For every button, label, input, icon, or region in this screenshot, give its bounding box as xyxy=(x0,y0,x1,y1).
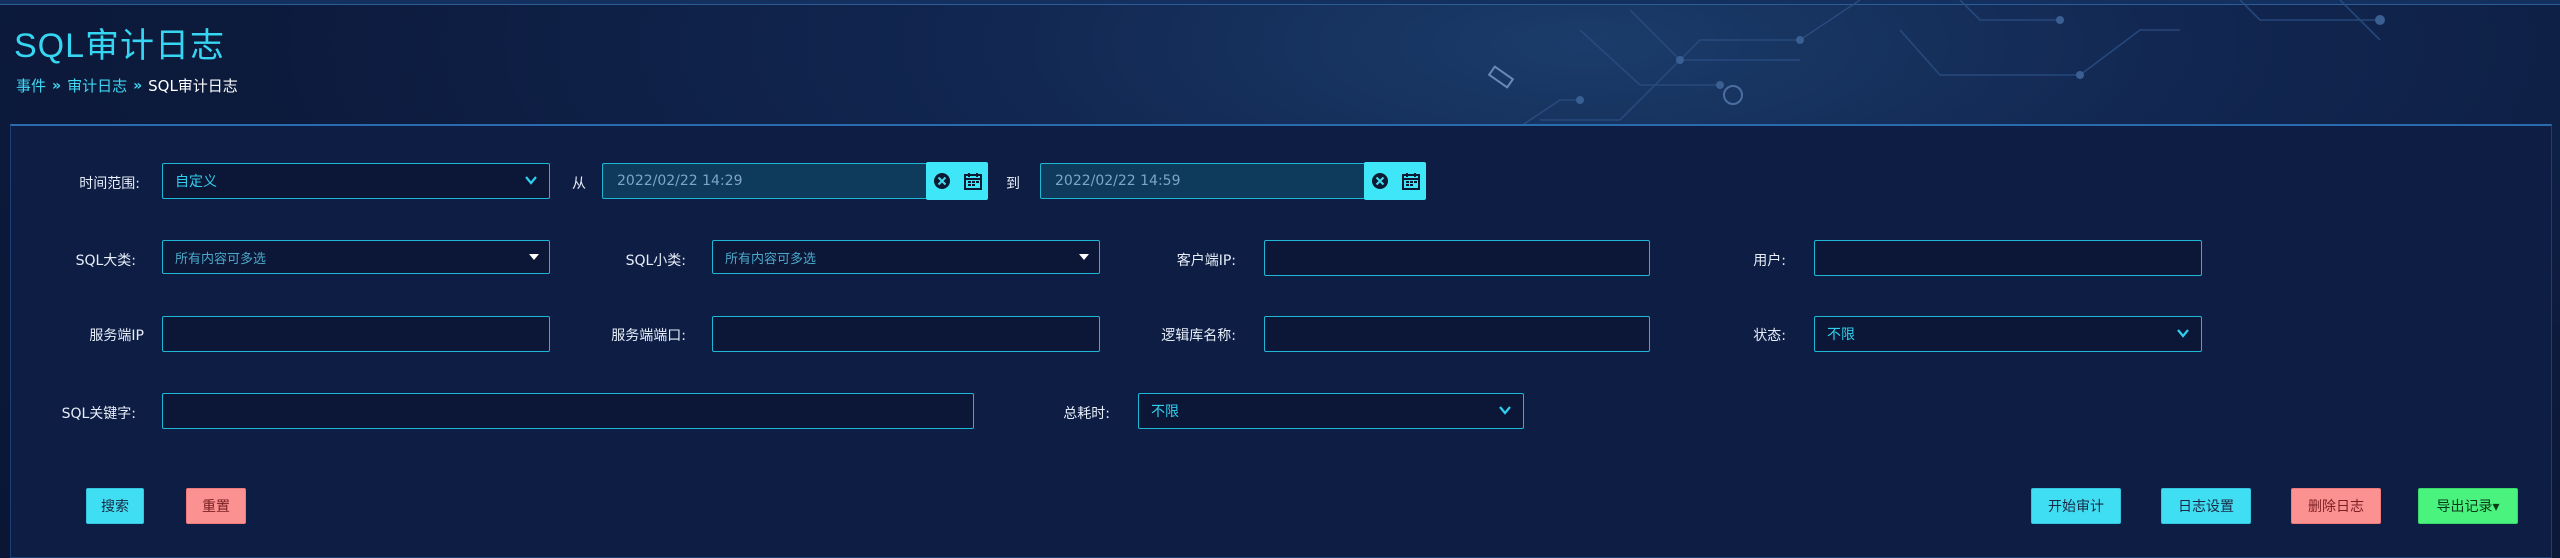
breadcrumb-separator: » xyxy=(133,77,143,94)
export-button[interactable]: 导出记录▾ xyxy=(2418,488,2518,524)
sql-minor-label: SQL小类: xyxy=(625,253,686,269)
calendar-icon[interactable] xyxy=(1401,171,1421,191)
client-ip-input[interactable] xyxy=(1264,240,1650,276)
search-button[interactable]: 搜索 xyxy=(86,488,144,524)
page-title: SQL审计日志 xyxy=(14,27,226,65)
server-port-input[interactable] xyxy=(712,316,1100,352)
breadcrumb-item-audit-log[interactable]: 审计日志 xyxy=(67,75,127,96)
server-ip-label: 服务端IP xyxy=(89,328,144,344)
chevron-down-icon xyxy=(2177,329,2189,338)
status-select[interactable]: 不限 xyxy=(1814,316,2202,352)
sql-major-select[interactable]: 所有内容可多选 xyxy=(162,240,550,274)
sql-major-placeholder: 所有内容可多选 xyxy=(175,251,267,267)
reset-button[interactable]: 重置 xyxy=(186,488,246,524)
to-date-input[interactable]: 2022/02/22 14:59 xyxy=(1040,163,1366,199)
breadcrumb: 事件 » 审计日志 » SQL审计日志 xyxy=(16,75,238,96)
delete-logs-button[interactable]: 删除日志 xyxy=(2291,488,2381,524)
total-time-select[interactable]: 不限 xyxy=(1138,393,1524,429)
dropdown-triangle-icon xyxy=(1079,254,1089,260)
from-date-buttons xyxy=(926,162,988,200)
to-date-buttons xyxy=(1364,162,1426,200)
status-label: 状态: xyxy=(1753,328,1786,344)
chevron-down-icon xyxy=(525,176,537,185)
sql-major-label: SQL大类: xyxy=(75,253,136,269)
time-range-value: 自定义 xyxy=(175,174,217,190)
logic-db-label: 逻辑库名称: xyxy=(1161,328,1236,344)
chevron-down-icon xyxy=(1499,406,1511,415)
breadcrumb-item-sql-audit-log: SQL审计日志 xyxy=(148,77,238,95)
server-port-label: 服务端端口: xyxy=(611,328,686,344)
total-time-value: 不限 xyxy=(1151,404,1179,420)
clear-icon[interactable] xyxy=(932,171,952,191)
from-date-input[interactable]: 2022/02/22 14:29 xyxy=(602,163,928,199)
sql-minor-placeholder: 所有内容可多选 xyxy=(725,251,817,267)
sql-keyword-input[interactable] xyxy=(162,393,974,429)
server-ip-input[interactable] xyxy=(162,316,550,352)
sql-minor-select[interactable]: 所有内容可多选 xyxy=(712,240,1100,274)
total-time-label: 总耗时: xyxy=(1063,406,1110,422)
dropdown-triangle-icon xyxy=(529,254,539,260)
breadcrumb-separator: » xyxy=(52,77,62,94)
user-label: 用户: xyxy=(1753,253,1786,269)
log-settings-button[interactable]: 日志设置 xyxy=(2161,488,2251,524)
start-audit-button[interactable]: 开始审计 xyxy=(2031,488,2121,524)
to-label: 到 xyxy=(1006,176,1020,192)
sql-keyword-label: SQL关键字: xyxy=(61,406,136,422)
user-input[interactable] xyxy=(1814,240,2202,276)
from-label: 从 xyxy=(572,176,586,192)
time-range-label: 时间范围: xyxy=(79,176,140,192)
status-value: 不限 xyxy=(1827,327,1855,343)
time-range-select[interactable]: 自定义 xyxy=(162,163,550,199)
clear-icon[interactable] xyxy=(1370,171,1390,191)
calendar-icon[interactable] xyxy=(963,171,983,191)
breadcrumb-item-events[interactable]: 事件 xyxy=(16,75,46,96)
logic-db-input[interactable] xyxy=(1264,316,1650,352)
client-ip-label: 客户端IP: xyxy=(1176,253,1236,269)
circuit-decoration xyxy=(1487,0,2385,140)
